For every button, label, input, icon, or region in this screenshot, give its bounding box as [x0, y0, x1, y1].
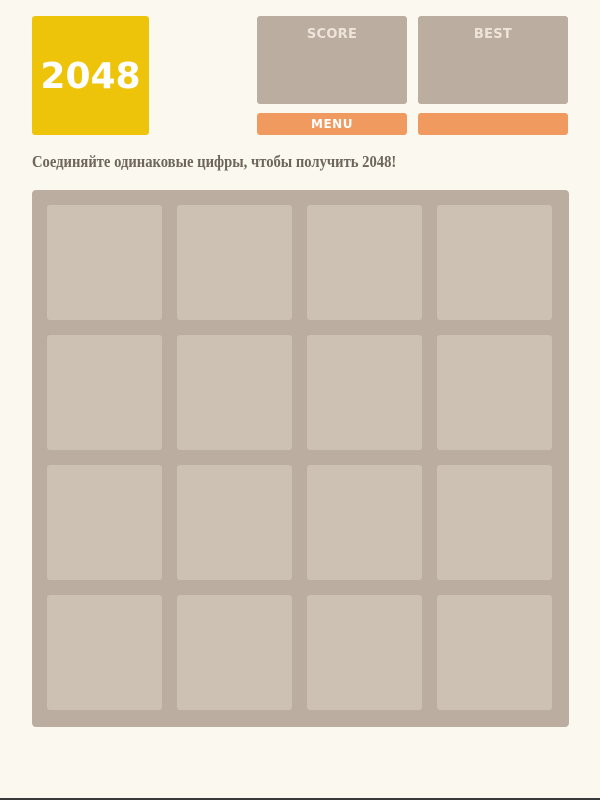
- board-cell: [47, 465, 162, 580]
- game-logo: 2048: [32, 16, 149, 135]
- board-cell: [437, 205, 552, 320]
- game-board[interactable]: [32, 190, 569, 727]
- board-cell: [307, 465, 422, 580]
- board-cell: [177, 205, 292, 320]
- game-intro: Соединяйте одинаковые цифры, чтобы получ…: [32, 152, 397, 171]
- board-cell: [177, 465, 292, 580]
- board-cell: [307, 595, 422, 710]
- menu-button[interactable]: MENU: [257, 113, 407, 135]
- board-cell: [437, 595, 552, 710]
- board-cell: [437, 335, 552, 450]
- board-cell: [437, 465, 552, 580]
- score-box: SCORE: [257, 16, 407, 104]
- board-cell: [177, 335, 292, 450]
- board-cell: [47, 335, 162, 450]
- secondary-button[interactable]: [418, 113, 568, 135]
- board-cell: [307, 205, 422, 320]
- score-value: [257, 50, 407, 78]
- best-value: [418, 50, 568, 78]
- board-cell: [307, 335, 422, 450]
- board-cell: [47, 205, 162, 320]
- best-label: BEST: [473, 27, 513, 42]
- board-cell: [177, 595, 292, 710]
- board-cell: [47, 595, 162, 710]
- best-score-box: BEST: [418, 16, 568, 104]
- score-label: SCORE: [306, 27, 358, 42]
